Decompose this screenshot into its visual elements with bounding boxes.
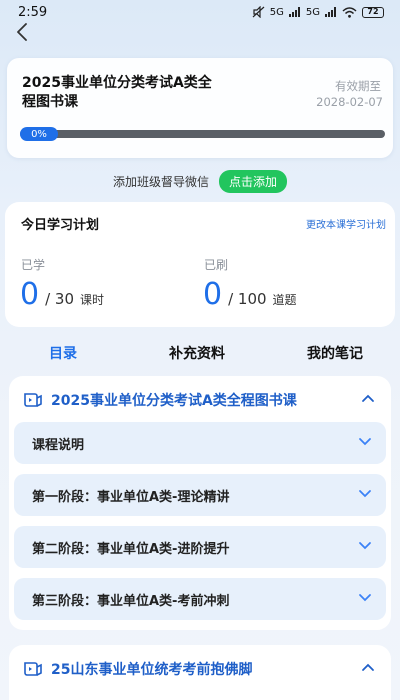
- back-button[interactable]: [10, 20, 34, 44]
- mute-icon: [252, 6, 265, 18]
- chevron-up-icon[interactable]: [361, 393, 375, 403]
- practiced-total: / 100: [228, 290, 267, 308]
- learned-unit: 课时: [80, 293, 105, 307]
- section-title: 25山东事业单位统考考前抱佛脚: [51, 662, 253, 678]
- chevron-up-icon[interactable]: [361, 662, 375, 672]
- status-icons: 5G 5G 72: [252, 6, 384, 18]
- chapter-item[interactable]: 第二阶段：事业单位A类-进阶提升: [14, 526, 386, 568]
- status-time: 2:59: [18, 4, 48, 20]
- battery-icon: 72: [362, 6, 384, 18]
- add-wechat-button[interactable]: 点击添加: [219, 169, 288, 193]
- section-title: 2025事业单位分类考试A类全程图书课: [51, 393, 297, 409]
- plan-title: 今日学习计划: [21, 218, 100, 233]
- signal-icon-2: [325, 7, 336, 17]
- content-tabs: 目录 补充资料 我的笔记: [0, 343, 400, 365]
- chapter-item[interactable]: 第三阶段：事业单位A类-考前冲刺: [14, 578, 386, 620]
- wifi-icon: [342, 6, 357, 18]
- course-title: 2025事业单位分类考试A类全程图书课: [22, 75, 212, 110]
- signal-icon: [288, 7, 300, 17]
- section-header[interactable]: 2025事业单位分类考试A类全程图书课: [23, 390, 379, 410]
- progress-label: 0%: [20, 127, 58, 141]
- course-card: 2025事业单位分类考试A类全程图书课 有效期至 2028-02-07 0%: [7, 58, 393, 158]
- network-label-2: 5G: [305, 6, 320, 18]
- chapter-title: 第一阶段：事业单位A类-理论精讲: [32, 489, 230, 505]
- practiced-label: 已刷: [204, 258, 229, 272]
- expiry-date: 2028-02-07: [316, 95, 383, 109]
- learned-label: 已学: [21, 258, 46, 272]
- catalog-section: 2025事业单位分类考试A类全程图书课 课程说明 第一阶段：事业单位A类-理论精…: [9, 376, 391, 630]
- wechat-row: 添加班级督导微信 点击添加: [0, 169, 400, 193]
- learned-value: 0: [20, 277, 40, 312]
- learned-stat: 0 / 30 课时: [20, 280, 104, 310]
- wechat-text: 添加班级督导微信: [112, 174, 209, 189]
- expiry-label: 有效期至: [335, 79, 381, 93]
- tab-my-notes[interactable]: 我的笔记: [307, 343, 363, 363]
- chevron-down-icon: [359, 542, 371, 550]
- change-plan-link[interactable]: 更改本课学习计划: [306, 216, 386, 231]
- learned-total: / 30: [45, 290, 75, 308]
- study-plan-card: 今日学习计划 更改本课学习计划 已学 0 / 30 课时 已刷 0 / 100 …: [5, 202, 395, 327]
- chapter-item[interactable]: 第一阶段：事业单位A类-理论精讲: [14, 474, 386, 516]
- book-icon: [24, 393, 42, 407]
- progress-bar: [20, 130, 385, 138]
- chapter-title: 课程说明: [32, 437, 85, 453]
- tab-catalog[interactable]: 目录: [49, 343, 77, 363]
- book-icon: [24, 662, 42, 676]
- practiced-value: 0: [203, 277, 223, 312]
- chapter-title: 第二阶段：事业单位A类-进阶提升: [32, 541, 230, 557]
- chevron-down-icon: [359, 490, 371, 498]
- practiced-stat: 0 / 100 道题: [203, 280, 297, 310]
- chevron-down-icon: [359, 594, 371, 602]
- tab-supplementary[interactable]: 补充资料: [169, 343, 225, 363]
- section-header[interactable]: 25山东事业单位统考考前抱佛脚: [23, 659, 379, 679]
- catalog-section: 25山东事业单位统考考前抱佛脚: [9, 645, 391, 700]
- network-label: 5G: [269, 6, 284, 18]
- chapter-title: 第三阶段：事业单位A类-考前冲刺: [32, 593, 230, 609]
- chapter-item[interactable]: 课程说明: [14, 422, 386, 464]
- status-bar: 2:59 5G 5G 72: [0, 0, 400, 24]
- practiced-unit: 道题: [272, 293, 297, 307]
- chevron-down-icon: [359, 438, 371, 446]
- back-arrow-icon: [17, 23, 27, 41]
